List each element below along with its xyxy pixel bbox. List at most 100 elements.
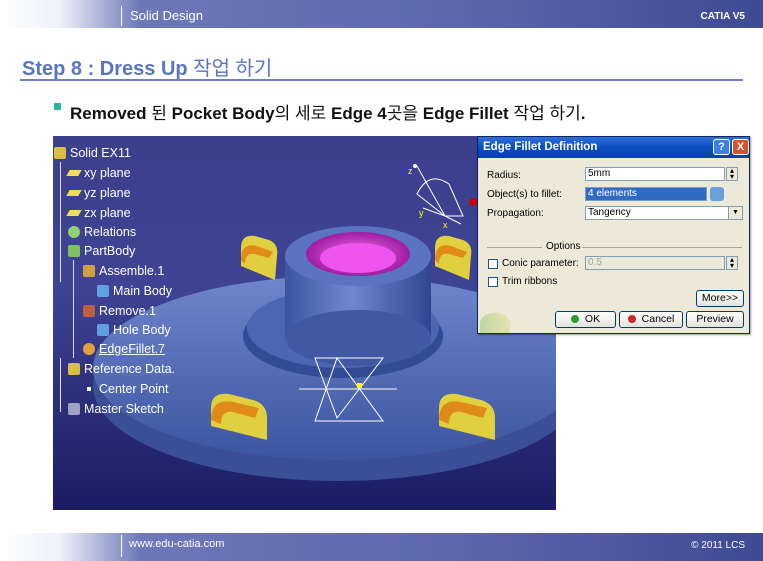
compass-x-label: x [443, 220, 448, 230]
dialog-title: Edge Fillet Definition [483, 141, 598, 153]
header-brand: CATIA V5 [700, 11, 745, 22]
footer-site: www.edu-catia.com [129, 538, 225, 550]
chevron-down-icon[interactable]: ▼ [728, 207, 742, 219]
tree-item-label: EdgeFillet.7 [99, 342, 166, 356]
objects-to-fillet-field[interactable]: 4 elements [585, 187, 707, 201]
tree-item-partbody[interactable]: PartBody [68, 242, 135, 260]
objects-label: Object(s) to fillet: [487, 189, 563, 200]
specification-tree: Solid EX11 xy plane yz plane zx plane Re… [53, 136, 253, 510]
plane-icon [66, 190, 82, 196]
title-underline [20, 79, 743, 81]
bullet-icon [54, 103, 61, 110]
radius-spinner[interactable]: ▴ ▾ [726, 167, 738, 181]
header-title: Solid Design [130, 8, 203, 23]
instruction-part: Pocket Body [171, 104, 275, 123]
propagation-select[interactable]: Tangency [585, 206, 743, 220]
partbody-icon [68, 245, 80, 257]
tree-item-label: Hole Body [113, 323, 171, 337]
body-icon [97, 285, 109, 297]
preview-button[interactable]: Preview [686, 311, 744, 328]
instruction-part: 의 세로 [274, 104, 331, 123]
assemble-icon [83, 265, 95, 277]
plane-icon [66, 210, 82, 216]
step-title-prefix: Step 8 : Dress Up [22, 58, 188, 80]
instruction-part: . [580, 104, 586, 123]
instruction-part: Edge 4 [330, 104, 387, 123]
cancel-button[interactable]: Cancel [619, 311, 683, 328]
footer-bar: www.edu-catia.com © 2011 LCS [0, 533, 763, 561]
sketch-icon [68, 403, 80, 415]
folder-icon [68, 363, 80, 375]
instruction-part: 곳을 [386, 104, 423, 123]
cancel-icon [627, 315, 636, 323]
tree-item-label: Master Sketch [84, 402, 164, 416]
step-title-suffix: 작업 하기 [193, 58, 273, 80]
cancel-label: Cancel [641, 313, 675, 325]
center-point-marker [357, 383, 362, 388]
tree-item-center-point[interactable]: Center Point [83, 380, 168, 398]
tree-item-yz-plane[interactable]: yz plane [66, 184, 131, 202]
compass-z-label: z [408, 166, 413, 176]
tree-item-label: Solid EX11 [70, 146, 131, 160]
tree-connector [73, 260, 74, 358]
tree-item-label: Reference Data. [84, 362, 176, 376]
tree-item-label: PartBody [84, 244, 136, 258]
tree-item-label: Remove.1 [99, 304, 156, 318]
fillet-icon [83, 343, 95, 355]
propagation-value: Tangency [588, 207, 631, 218]
conic-parameter-input[interactable]: 0.5 [585, 256, 725, 270]
tree-item-remove[interactable]: Remove.1 [83, 302, 156, 320]
tree-item-label: Relations [84, 225, 137, 239]
step-title: Step 8 : Dress Up 작업 하기 [22, 52, 272, 81]
tree-item-main-body[interactable]: Main Body [97, 282, 172, 300]
tree-item-label: Assemble.1 [99, 264, 165, 278]
dialog-title-bar[interactable]: Edge Fillet Definition [478, 137, 749, 158]
trim-ribbons-checkbox[interactable] [488, 277, 498, 287]
tree-item-relations[interactable]: Relations [68, 223, 136, 241]
point-icon [87, 387, 91, 391]
conic-spinner[interactable]: ▴ ▾ [726, 256, 738, 270]
close-button[interactable]: X [732, 139, 749, 155]
options-label: Options [546, 241, 581, 252]
more-button[interactable]: More>> [696, 290, 744, 307]
tree-item-zx-plane[interactable]: zx plane [66, 204, 131, 222]
fillet-slot [435, 235, 472, 280]
tree-item-xy-plane[interactable]: xy plane [66, 164, 131, 182]
tree-item-hole-body[interactable]: Hole Body [97, 321, 171, 339]
tree-item-reference-data[interactable]: Reference Data. [68, 360, 175, 378]
conic-parameter-label: Conic parameter: [502, 258, 579, 269]
relations-icon [68, 226, 80, 238]
tree-item-edgefillet[interactable]: EdgeFillet.7 [83, 340, 165, 358]
selection-list-icon[interactable] [710, 187, 724, 201]
tree-item-label: Main Body [113, 284, 173, 298]
header-divider [121, 6, 122, 26]
tree-connector [60, 358, 61, 412]
tree-item-label: Center Point [99, 382, 169, 396]
instruction-part: Edge Fillet [422, 104, 509, 123]
ok-icon [570, 315, 579, 323]
propagation-label: Propagation: [487, 208, 544, 219]
radius-label: Radius: [487, 170, 521, 181]
edge-fillet-dialog: Edge Fillet Definition ? X Radius: 5mm ▴… [477, 136, 750, 334]
tree-item-root[interactable]: Solid EX11 [54, 144, 131, 162]
ok-label: OK [584, 313, 601, 325]
instruction-part: 된 [146, 104, 172, 123]
radius-input[interactable]: 5mm [585, 167, 725, 181]
plane-icon [66, 170, 82, 176]
body-icon [97, 324, 109, 336]
tree-connector [60, 162, 61, 282]
tree-item-assemble[interactable]: Assemble.1 [83, 262, 164, 280]
tree-item-label: zx plane [84, 206, 131, 220]
conic-parameter-checkbox[interactable] [488, 259, 498, 269]
remove-icon [83, 305, 95, 317]
footer-copyright: © 2011 LCS [691, 540, 745, 551]
decorative-icon [480, 313, 510, 333]
tree-item-label: yz plane [84, 186, 131, 200]
help-button[interactable]: ? [713, 139, 730, 155]
ok-button[interactable]: OK [555, 311, 616, 328]
compass-y-label: y [419, 208, 424, 218]
instruction-part: Removed [70, 104, 147, 123]
instruction-text: Removed 된 Pocket Body의 세로 Edge 4곳을 Edge … [70, 99, 585, 124]
tree-item-label: xy plane [84, 166, 131, 180]
tree-item-master-sketch[interactable]: Master Sketch [68, 400, 164, 418]
